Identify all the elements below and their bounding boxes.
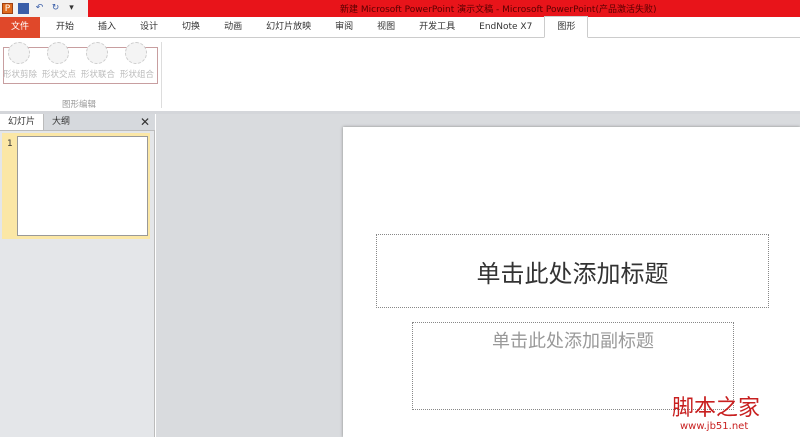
tab-outline[interactable]: 大纲 <box>44 114 78 130</box>
undo-icon[interactable]: ↶ <box>34 3 45 14</box>
slide-number: 1 <box>7 139 13 149</box>
customize-icon[interactable]: ▾ <box>66 3 77 14</box>
shape-intersect-button[interactable]: 形状交点 <box>42 68 76 80</box>
title-placeholder[interactable]: 单击此处添加标题 <box>376 234 769 308</box>
app-icon[interactable]: P <box>2 3 13 14</box>
tab-transitions[interactable]: 切换 <box>170 17 212 38</box>
shape-combine-icon <box>125 42 147 64</box>
tab-design[interactable]: 设计 <box>128 17 170 38</box>
tab-shapes[interactable]: 图形 <box>544 16 589 38</box>
tab-developer[interactable]: 开发工具 <box>407 17 467 38</box>
window-title: 新建 Microsoft PowerPoint 演示文稿 - Microsoft… <box>340 5 657 15</box>
quick-access-toolbar: P ↶ ↻ ▾ <box>0 0 88 17</box>
shape-union-button[interactable]: 形状联合 <box>81 68 115 80</box>
close-pane-icon[interactable]: ✕ <box>140 115 150 129</box>
tab-endnote[interactable]: EndNote X7 <box>467 17 544 38</box>
save-icon[interactable] <box>18 3 29 14</box>
shape-combine-button[interactable]: 形状组合 <box>120 68 154 80</box>
shape-union-icon <box>86 42 108 64</box>
tab-animations[interactable]: 动画 <box>212 17 254 38</box>
slide-thumbnail[interactable] <box>17 136 148 236</box>
tab-file[interactable]: 文件 <box>0 16 40 38</box>
tab-slides[interactable]: 幻灯片 <box>0 114 45 130</box>
tab-insert[interactable]: 插入 <box>86 17 128 38</box>
shape-subtract-icon <box>8 42 30 64</box>
ribbon-tabs: 文件 开始 插入 设计 切换 动画 幻灯片放映 审阅 视图 开发工具 EndNo… <box>0 16 800 38</box>
group-label: 图形编辑 <box>62 100 97 110</box>
group-separator <box>161 42 162 108</box>
watermark-url: www.jb51.net <box>680 421 749 432</box>
shape-subtract-button[interactable]: 形状剪除 <box>3 68 37 80</box>
tab-review[interactable]: 审阅 <box>323 17 365 38</box>
watermark: 脚本之家 <box>672 396 761 421</box>
pane-tabs: 幻灯片 大纲 <box>0 114 155 131</box>
tab-view[interactable]: 视图 <box>365 17 407 38</box>
tab-slideshow[interactable]: 幻灯片放映 <box>254 17 323 38</box>
redo-icon[interactable]: ↻ <box>50 3 61 14</box>
tab-home[interactable]: 开始 <box>44 17 86 38</box>
shape-intersect-icon <box>47 42 69 64</box>
